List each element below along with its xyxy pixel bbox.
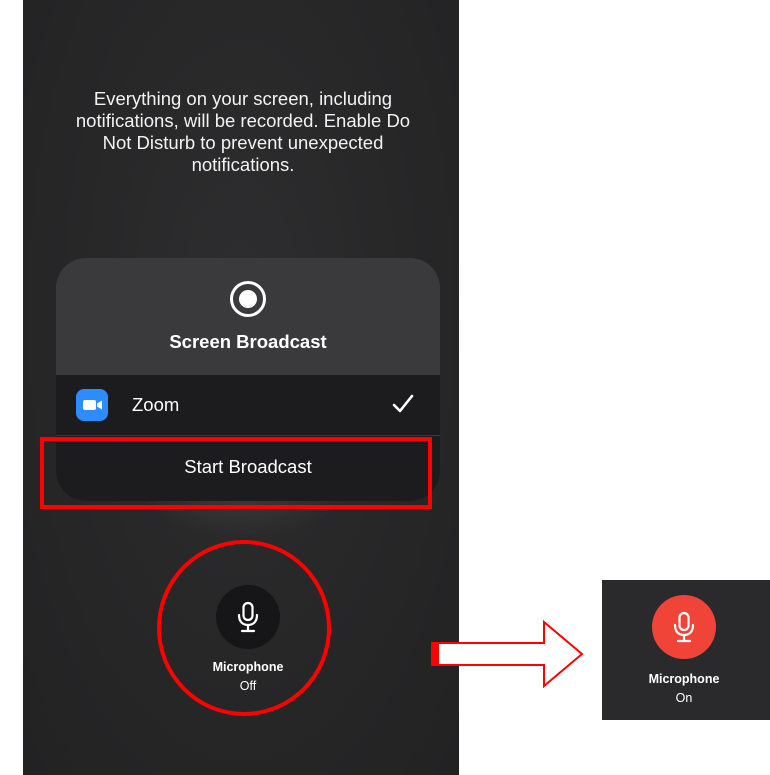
microphone-on-button[interactable] xyxy=(652,595,716,659)
checkmark-icon xyxy=(392,394,414,413)
microphone-on-preview: Microphone On xyxy=(602,580,770,720)
app-row-zoom[interactable]: Zoom xyxy=(56,375,440,435)
broadcast-panel-header: Screen Broadcast xyxy=(56,258,440,375)
microphone-on-state: On xyxy=(675,691,693,705)
record-icon xyxy=(230,281,266,317)
right-arrow-icon xyxy=(431,619,584,689)
recording-warning-text: Everything on your screen, including not… xyxy=(75,88,411,175)
zoom-app-icon xyxy=(76,389,108,421)
start-broadcast-highlight xyxy=(40,437,432,509)
zoom-camera-icon xyxy=(83,400,102,410)
panel-title: Screen Broadcast xyxy=(169,331,327,352)
microphone-on-label: Microphone xyxy=(648,672,720,686)
microphone-highlight xyxy=(157,540,331,716)
app-name: Zoom xyxy=(132,394,180,415)
microphone-icon xyxy=(673,611,695,643)
